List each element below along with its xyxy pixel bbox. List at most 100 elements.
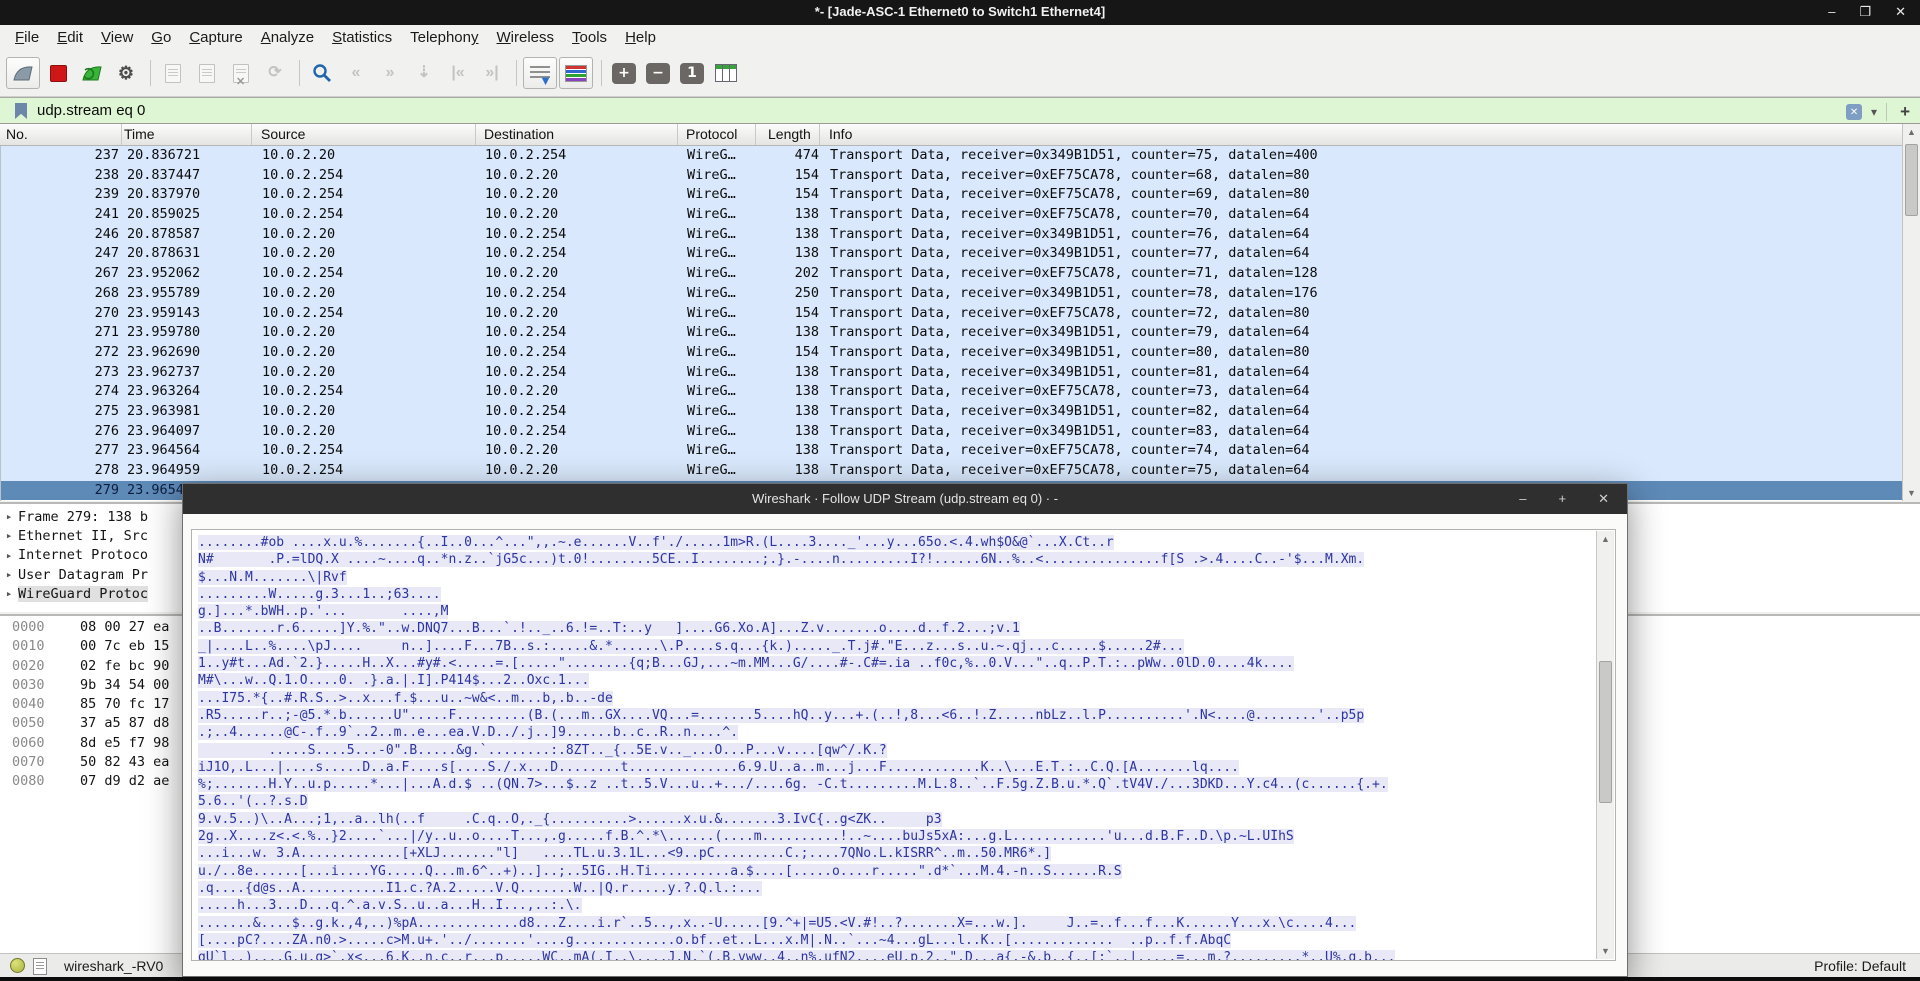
packet-row-275[interactable]: 27523.96398110.0.2.2010.0.2.254WireG…138… [1, 402, 1902, 422]
scrollbar-thumb[interactable] [1905, 144, 1918, 216]
menu-help[interactable]: Help [616, 27, 665, 48]
cell-len: 138 [757, 461, 821, 481]
packet-row-277[interactable]: 27723.96456410.0.2.25410.0.2.20WireG…138… [1, 441, 1902, 461]
packet-row-239[interactable]: 23920.83797010.0.2.25410.0.2.20WireG…154… [1, 185, 1902, 205]
expander-icon[interactable]: ▸ [0, 568, 18, 581]
dialog-minimize-icon[interactable]: – [1519, 491, 1526, 507]
packet-row-272[interactable]: 27223.96269010.0.2.2010.0.2.254WireG…154… [1, 343, 1902, 363]
scroll-up-icon[interactable]: ▲ [1903, 124, 1920, 140]
stream-line: .R5.....r..;-@5.*.b......U".....F.......… [198, 707, 1615, 724]
go-to-packet-button[interactable]: ⇣ [408, 58, 440, 88]
scroll-down-icon[interactable]: ▼ [1903, 485, 1920, 501]
go-first-packet-button[interactable]: |« [442, 58, 474, 88]
go-last-packet-button[interactable]: »| [476, 58, 508, 88]
file-open-button[interactable] [157, 58, 189, 88]
auto-scroll-button[interactable]: ▼ [523, 57, 557, 89]
filter-bookmark-icon[interactable] [15, 103, 27, 119]
packet-row-237[interactable]: 23720.83672110.0.2.2010.0.2.254WireG…474… [1, 146, 1902, 166]
file-reload-button[interactable]: ⟳ [259, 58, 291, 88]
menu-edit[interactable]: Edit [48, 27, 92, 48]
column-header-source[interactable]: Source [252, 124, 476, 145]
packet-row-268[interactable]: 26823.95578910.0.2.2010.0.2.254WireG…250… [1, 284, 1902, 304]
menu-telephony[interactable]: Telephony [401, 27, 487, 48]
menu-go[interactable]: Go [142, 27, 180, 48]
zoom-100-button[interactable]: 1 [676, 58, 708, 88]
menu-analyze[interactable]: Analyze [252, 27, 323, 48]
stream-line: %;.......H.Y..u.p.....*...|...A.d.$ ..(Q… [198, 776, 1615, 793]
packet-row-241[interactable]: 24120.85902510.0.2.25410.0.2.20WireG…138… [1, 205, 1902, 225]
expander-icon[interactable]: ▸ [0, 549, 18, 562]
column-header-no[interactable]: No. [0, 124, 122, 145]
hex-bytes: 08 00 27 ea [80, 619, 169, 635]
packet-row-267[interactable]: 26723.95206210.0.2.25410.0.2.20WireG…202… [1, 264, 1902, 284]
close-icon[interactable]: ✕ [1895, 4, 1906, 20]
packet-list-scrollbar[interactable]: ▲ ▼ [1902, 124, 1920, 501]
zoom-out-button[interactable]: − [642, 58, 674, 88]
scrollbar-thumb[interactable] [1599, 661, 1612, 803]
follow-stream-dialog: Wireshark · Follow UDP Stream (udp.strea… [182, 483, 1628, 977]
cell-proto: WireG… [679, 185, 757, 205]
packet-row-274[interactable]: 27423.96326410.0.2.25410.0.2.20WireG…138… [1, 382, 1902, 402]
capture-stop-button[interactable] [42, 58, 74, 88]
packet-row-273[interactable]: 27323.96273710.0.2.2010.0.2.254WireG…138… [1, 363, 1902, 383]
filter-clear-icon[interactable]: ✕ [1846, 104, 1862, 120]
find-packet-button[interactable] [306, 58, 338, 88]
column-header-protocol[interactable]: Protocol [678, 124, 756, 145]
cell-proto: WireG… [679, 284, 757, 304]
stream-line: 5.6..'(..?.s.D [198, 793, 1615, 810]
menu-statistics[interactable]: Statistics [323, 27, 401, 48]
stream-content[interactable]: ........#ob ....x.u.%.......{..I..0...^.… [191, 529, 1616, 961]
expander-icon[interactable]: ▸ [0, 587, 18, 600]
filter-input[interactable]: udp.stream eq 0 [37, 102, 145, 119]
menu-capture[interactable]: Capture [180, 27, 251, 48]
menu-view[interactable]: View [92, 27, 142, 48]
menu-tools[interactable]: Tools [563, 27, 616, 48]
filter-dropdown-icon[interactable]: ▾ [1871, 105, 1877, 119]
capture-options-button[interactable]: ⚙ [110, 58, 142, 88]
maximize-icon[interactable]: ❐ [1859, 4, 1871, 20]
packet-row-246[interactable]: 24620.87858710.0.2.2010.0.2.254WireG…138… [1, 225, 1902, 245]
filter-add-button[interactable]: + [1896, 102, 1914, 122]
scroll-up-icon[interactable]: ▲ [1597, 531, 1614, 547]
menu-wireless[interactable]: Wireless [488, 27, 564, 48]
window-title: *- [Jade-ASC-1 Ethernet0 to Switch1 Ethe… [0, 4, 1920, 19]
column-header-time[interactable]: Time [122, 124, 252, 145]
capture-comment-icon[interactable] [33, 958, 47, 975]
cell-time: 20.837970 [123, 185, 253, 205]
dialog-close-icon[interactable]: ✕ [1598, 491, 1609, 507]
go-forward-button[interactable]: » [374, 58, 406, 88]
expander-icon[interactable]: ▸ [0, 510, 18, 523]
profile-label[interactable]: Profile: Default [1814, 958, 1906, 974]
scroll-down-icon[interactable]: ▼ [1597, 943, 1614, 959]
packet-row-270[interactable]: 27023.95914310.0.2.25410.0.2.20WireG…154… [1, 304, 1902, 324]
resize-columns-button[interactable] [710, 58, 742, 88]
file-close-button[interactable]: ✕ [225, 58, 257, 88]
cell-src: 10.0.2.20 [253, 225, 477, 245]
expander-icon[interactable]: ▸ [0, 529, 18, 542]
capture-start-button[interactable] [6, 57, 40, 89]
minimize-icon[interactable]: – [1828, 4, 1835, 20]
capture-file-name: wireshark_-RV0 [64, 958, 163, 974]
stream-line: 1..y#t...Ad.`2.}.....H..X...#y#.<.....=.… [198, 655, 1615, 672]
column-header-length[interactable]: Length [756, 124, 820, 145]
cell-proto: WireG… [679, 461, 757, 481]
packet-row-271[interactable]: 27123.95978010.0.2.2010.0.2.254WireG…138… [1, 323, 1902, 343]
colorize-button[interactable] [559, 57, 593, 89]
cell-len: 154 [757, 304, 821, 324]
stream-line: $...N.M.......\|Rvf [198, 569, 1615, 586]
column-header-info[interactable]: Info [820, 124, 1902, 145]
file-save-button[interactable] [191, 58, 223, 88]
menu-file[interactable]: File [6, 27, 48, 48]
packet-row-238[interactable]: 23820.83744710.0.2.25410.0.2.20WireG…154… [1, 166, 1902, 186]
go-back-button[interactable]: « [340, 58, 372, 88]
column-header-destination[interactable]: Destination [476, 124, 678, 145]
packet-row-276[interactable]: 27623.96409710.0.2.2010.0.2.254WireG…138… [1, 422, 1902, 442]
packet-row-278[interactable]: 27823.96495910.0.2.25410.0.2.20WireG…138… [1, 461, 1902, 481]
packet-row-247[interactable]: 24720.87863110.0.2.2010.0.2.254WireG…138… [1, 244, 1902, 264]
dialog-titlebar[interactable]: Wireshark · Follow UDP Stream (udp.strea… [183, 484, 1627, 514]
dialog-maximize-icon[interactable]: + [1559, 491, 1567, 507]
expert-info-icon[interactable] [10, 958, 25, 973]
stream-scrollbar[interactable]: ▲ ▼ [1596, 531, 1614, 959]
capture-restart-button[interactable] [76, 58, 108, 88]
zoom-in-button[interactable]: + [608, 58, 640, 88]
